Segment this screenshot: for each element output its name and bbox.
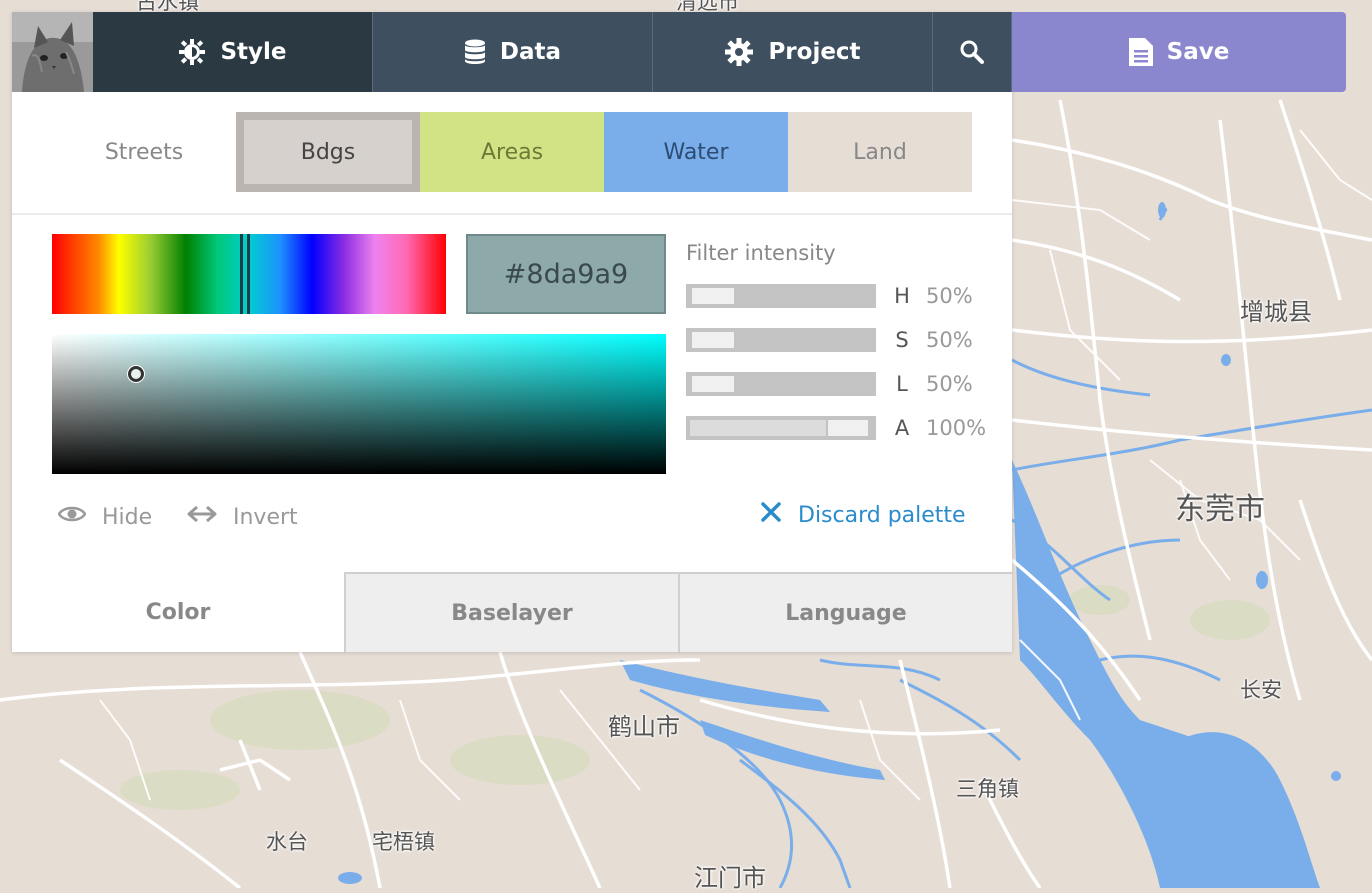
tab-label: Baselayer: [451, 600, 573, 626]
cat-avatar-image: [12, 12, 93, 92]
hue-slider[interactable]: [52, 234, 446, 314]
brightness-icon: [178, 38, 206, 66]
top-toolbar: Style Data Project Save: [12, 12, 1346, 92]
save-button[interactable]: Save: [1012, 12, 1346, 92]
hue-slider-handle[interactable]: [240, 234, 250, 314]
layer-tab-label: Water: [663, 139, 729, 165]
map-label-zhaiwu: 宅梧镇: [372, 830, 435, 854]
layer-tab-label: Bdgs: [300, 139, 356, 165]
layer-tab-areas[interactable]: Areas: [420, 112, 604, 192]
gear-icon: [724, 37, 754, 67]
filter-intensity-title: Filter intensity: [686, 241, 836, 265]
color-picker-handle[interactable]: [128, 366, 144, 382]
slider-knob[interactable]: [692, 288, 734, 304]
close-icon: [760, 501, 782, 529]
search-icon: [959, 39, 985, 65]
document-icon: [1128, 38, 1153, 66]
map-label-zengcheng: 增城县: [1240, 298, 1312, 326]
layer-tab-label: Areas: [480, 139, 544, 165]
layer-tab-label: Streets: [104, 139, 184, 165]
style-tab-button[interactable]: Style: [93, 12, 373, 92]
layer-tab-label: Land: [853, 139, 907, 165]
tab-label: Color: [145, 599, 211, 625]
filter-value: 50%: [926, 284, 973, 308]
filter-value: 100%: [926, 416, 987, 440]
lightness-intensity-slider[interactable]: [686, 372, 876, 396]
alpha-intensity-slider[interactable]: [686, 416, 876, 440]
discard-palette-button[interactable]: Discard palette: [760, 498, 966, 532]
filter-value: 50%: [926, 372, 973, 396]
tab-label: Language: [785, 600, 907, 626]
tab-language[interactable]: Language: [678, 572, 1012, 652]
hex-color-input[interactable]: #8da9a9: [466, 234, 666, 314]
slider-knob[interactable]: [828, 420, 868, 436]
slider-knob[interactable]: [692, 332, 734, 348]
data-tab-label: Data: [499, 39, 562, 65]
layer-tab-land[interactable]: Land: [788, 112, 972, 192]
layer-tab-streets[interactable]: Streets: [52, 112, 236, 192]
filter-letter: L: [896, 372, 908, 396]
map-label-shuitai: 水台: [266, 830, 308, 854]
layer-tab-water[interactable]: Water: [604, 112, 788, 192]
filter-letter: A: [894, 416, 910, 440]
layer-tab-buildings[interactable]: Bdgs: [236, 112, 420, 192]
data-tab-button[interactable]: Data: [373, 12, 653, 92]
filter-row-lightness: L 50%: [686, 371, 973, 397]
eye-icon: [57, 504, 87, 530]
layer-tabs: Streets Bdgs Areas Water Land: [52, 112, 972, 192]
slider-track-fill: [690, 420, 826, 436]
avatar[interactable]: [12, 12, 93, 92]
map-label-dongguan: 东莞市: [1175, 492, 1265, 527]
filter-row-hue: H 50%: [686, 283, 973, 309]
filter-value: 50%: [926, 328, 973, 352]
style-tab-label: Style: [220, 39, 287, 65]
filter-letter: S: [895, 328, 909, 352]
invert-button[interactable]: Invert: [187, 500, 298, 534]
hide-label: Hide: [102, 504, 153, 530]
saturation-lightness-picker[interactable]: [52, 334, 666, 474]
slider-knob[interactable]: [692, 376, 734, 392]
project-tab-label: Project: [768, 39, 861, 65]
hue-intensity-slider[interactable]: [686, 284, 876, 308]
project-tab-button[interactable]: Project: [653, 12, 933, 92]
section-divider: [12, 213, 1012, 215]
discard-palette-label: Discard palette: [798, 502, 966, 528]
database-icon: [464, 39, 486, 65]
tab-color[interactable]: Color: [12, 572, 344, 652]
map-label-changan: 长安: [1240, 678, 1282, 702]
bottom-tabs: Color Baselayer Language: [12, 572, 1012, 652]
filter-letter: H: [894, 284, 910, 308]
map-label-sanjiao: 三角镇: [956, 777, 1019, 801]
filter-row-alpha: A 100%: [686, 415, 986, 441]
saturation-intensity-slider[interactable]: [686, 328, 876, 352]
search-button[interactable]: [933, 12, 1012, 92]
map-label-heshan: 鹤山市: [608, 713, 680, 741]
filter-row-saturation: S 50%: [686, 327, 973, 353]
hide-button[interactable]: Hide: [57, 500, 153, 534]
tab-baselayer[interactable]: Baselayer: [344, 572, 678, 652]
save-label: Save: [1166, 39, 1230, 65]
hex-color-value: #8da9a9: [503, 258, 629, 290]
invert-label: Invert: [233, 504, 298, 530]
swap-arrows-icon: [187, 504, 217, 530]
